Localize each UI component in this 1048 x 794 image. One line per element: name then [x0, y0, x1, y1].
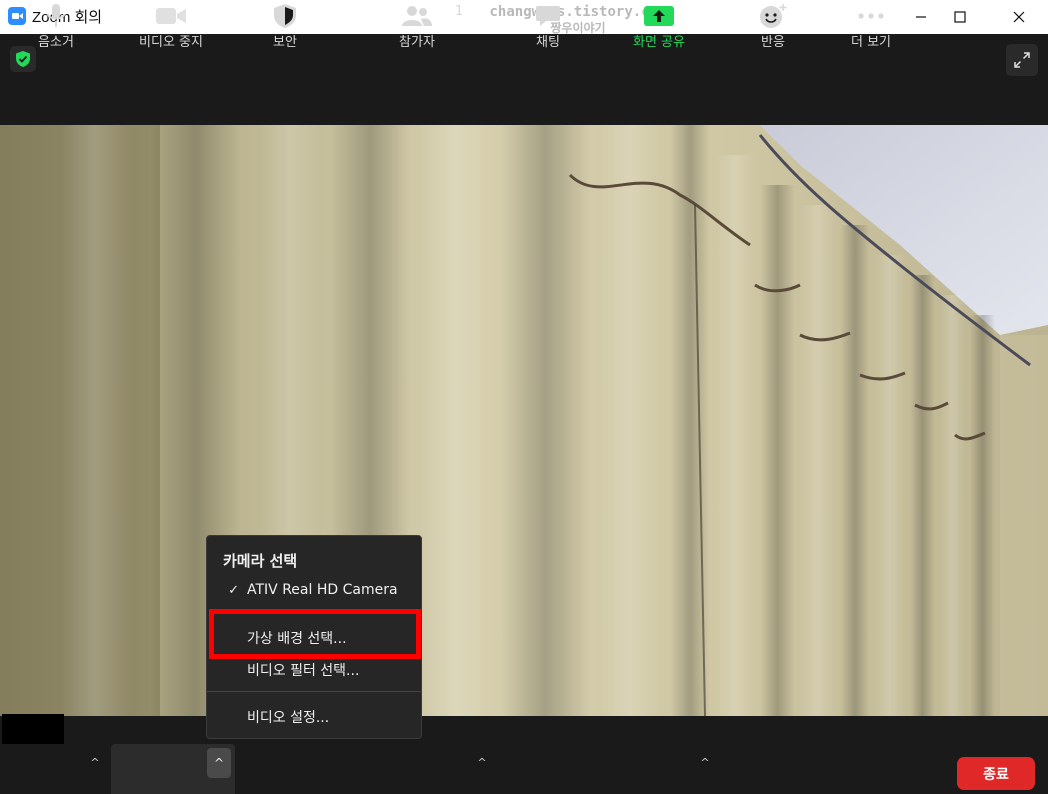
- chat-bubble-icon: [536, 5, 560, 26]
- audio-options-caret[interactable]: ^: [88, 756, 102, 770]
- chat-button[interactable]: 채팅: [520, 0, 576, 50]
- participants-label: 참가자: [399, 35, 435, 50]
- share-screen-button[interactable]: 화면 공유: [620, 0, 698, 50]
- video-feed: [0, 125, 1048, 716]
- video-options-caret[interactable]: ^: [207, 748, 231, 778]
- participants-button[interactable]: 1 참가자: [382, 0, 463, 50]
- participants-icon: [402, 5, 432, 26]
- security-shield-icon: [274, 3, 296, 28]
- more-label: 더 보기: [850, 35, 891, 50]
- menu-item-camera-ativ[interactable]: ✓ ATIV Real HD Camera: [207, 575, 421, 605]
- menu-item-label: ATIV Real HD Camera: [247, 582, 398, 598]
- menu-divider: [207, 691, 421, 692]
- annotation-highlight-box: [209, 609, 421, 659]
- menu-header-camera-select: 카메라 선택: [223, 552, 298, 570]
- end-meeting-button[interactable]: 종료: [957, 757, 1035, 790]
- menu-item-label: 비디오 설정...: [247, 710, 330, 726]
- participants-options-caret[interactable]: ^: [475, 756, 489, 770]
- video-camera-icon: [156, 7, 186, 24]
- microphone-icon: [47, 3, 65, 27]
- more-dots-icon: [858, 12, 884, 19]
- share-options-caret[interactable]: ^: [698, 756, 712, 770]
- share-screen-label: 화면 공유: [633, 35, 685, 50]
- share-screen-icon: [644, 5, 674, 26]
- close-button[interactable]: [994, 0, 1044, 34]
- expand-icon: [1014, 52, 1030, 68]
- camera-image: [0, 125, 1048, 716]
- menu-item-video-settings[interactable]: 비디오 설정...: [207, 702, 421, 732]
- more-button[interactable]: 더 보기: [836, 0, 906, 50]
- reactions-button[interactable]: 반응: [745, 0, 801, 50]
- minimize-icon: [916, 16, 926, 18]
- maximize-icon: [954, 11, 966, 23]
- stop-video-label: 비디오 중지: [139, 35, 203, 50]
- fullscreen-button[interactable]: [1006, 44, 1038, 76]
- mute-label: 음소거: [38, 35, 74, 50]
- mute-button[interactable]: 음소거: [20, 0, 92, 50]
- maximize-button[interactable]: [935, 0, 985, 34]
- participant-name-tag: [2, 714, 64, 744]
- smiley-reaction-icon: [760, 3, 787, 28]
- security-label: 보안: [273, 35, 297, 50]
- shield-check-icon: [16, 51, 30, 67]
- close-icon: [1013, 11, 1025, 23]
- security-button[interactable]: 보안: [255, 0, 315, 50]
- stop-video-button[interactable]: 비디오 중지: [125, 0, 217, 50]
- participants-count: 1: [455, 4, 464, 19]
- reactions-label: 반응: [761, 35, 785, 50]
- menu-item-label: 비디오 필터 선택...: [247, 663, 360, 679]
- checkmark-icon: ✓: [228, 582, 239, 598]
- chat-label: 채팅: [536, 35, 560, 50]
- menu-item-video-filter[interactable]: 비디오 필터 선택...: [207, 655, 421, 685]
